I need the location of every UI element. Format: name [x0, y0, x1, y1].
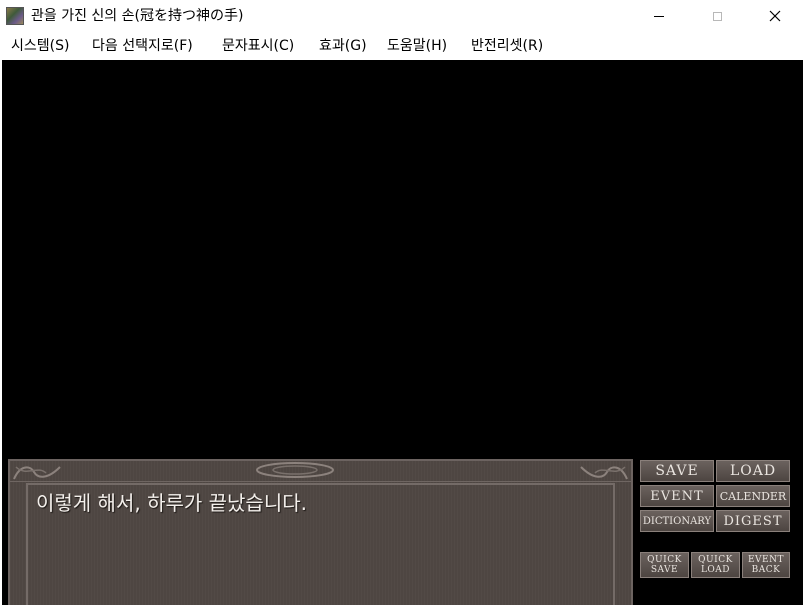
message-text: 이렇게 해서, 하루가 끝났습니다.	[36, 491, 307, 515]
quick-save-label-1: QUICK	[647, 555, 682, 565]
menu-reverse-reset[interactable]: 반전리셋(R)	[471, 37, 543, 55]
maximize-button[interactable]	[694, 0, 740, 32]
quick-load-label-1: QUICK	[698, 555, 733, 565]
menu-next-choice[interactable]: 다음 선택지로(F)	[92, 37, 193, 55]
menu-text-display[interactable]: 문자표시(C)	[222, 37, 294, 55]
title-bar[interactable]: 관을 가진 신의 손(冠を持つ神の手)	[0, 0, 805, 32]
event-back-label-1: EVENT	[747, 555, 785, 565]
maximize-icon	[712, 11, 722, 21]
message-box-border	[10, 461, 631, 482]
load-button[interactable]: LOAD	[716, 460, 790, 482]
quick-save-button[interactable]: QUICK SAVE	[640, 552, 689, 578]
quick-load-button[interactable]: QUICK LOAD	[691, 552, 740, 578]
minimize-button[interactable]	[636, 0, 682, 32]
game-viewport[interactable]: 이렇게 해서, 하루가 끝났습니다. SAVE LOAD EVENT CALEN…	[2, 60, 803, 605]
event-back-button[interactable]: EVENT BACK	[742, 552, 790, 578]
message-box[interactable]: 이렇게 해서, 하루가 끝났습니다.	[8, 459, 633, 605]
menu-bar: 시스템(S) 다음 선택지로(F) 문자표시(C) 효과(G) 도움말(H) 반…	[0, 32, 805, 59]
event-button[interactable]: EVENT	[640, 485, 714, 507]
quick-load-label-2: LOAD	[700, 565, 731, 575]
calender-button[interactable]: CALENDER	[716, 485, 790, 507]
game-window: 관을 가진 신의 손(冠を持つ神の手) 시스템(S) 다음 선택지로(F) 문자…	[0, 0, 805, 605]
menu-help[interactable]: 도움말(H)	[387, 37, 447, 55]
menu-system[interactable]: 시스템(S)	[11, 37, 69, 55]
celtic-ornament-icon	[256, 462, 334, 478]
minimize-icon	[654, 15, 664, 17]
window-title: 관을 가진 신의 손(冠を持つ神の手)	[31, 8, 244, 24]
digest-button[interactable]: DIGEST	[716, 510, 790, 532]
celtic-ornament-icon	[580, 466, 628, 480]
dictionary-button[interactable]: DICTIONARY	[640, 510, 714, 532]
app-icon[interactable]	[6, 7, 24, 25]
event-back-label-2: BACK	[751, 565, 781, 575]
quick-save-label-2: SAVE	[650, 565, 679, 575]
close-icon	[769, 10, 781, 22]
save-button[interactable]: SAVE	[640, 460, 714, 482]
close-button[interactable]	[752, 0, 798, 32]
menu-effects[interactable]: 효과(G)	[319, 37, 367, 55]
celtic-ornament-icon	[13, 466, 61, 480]
